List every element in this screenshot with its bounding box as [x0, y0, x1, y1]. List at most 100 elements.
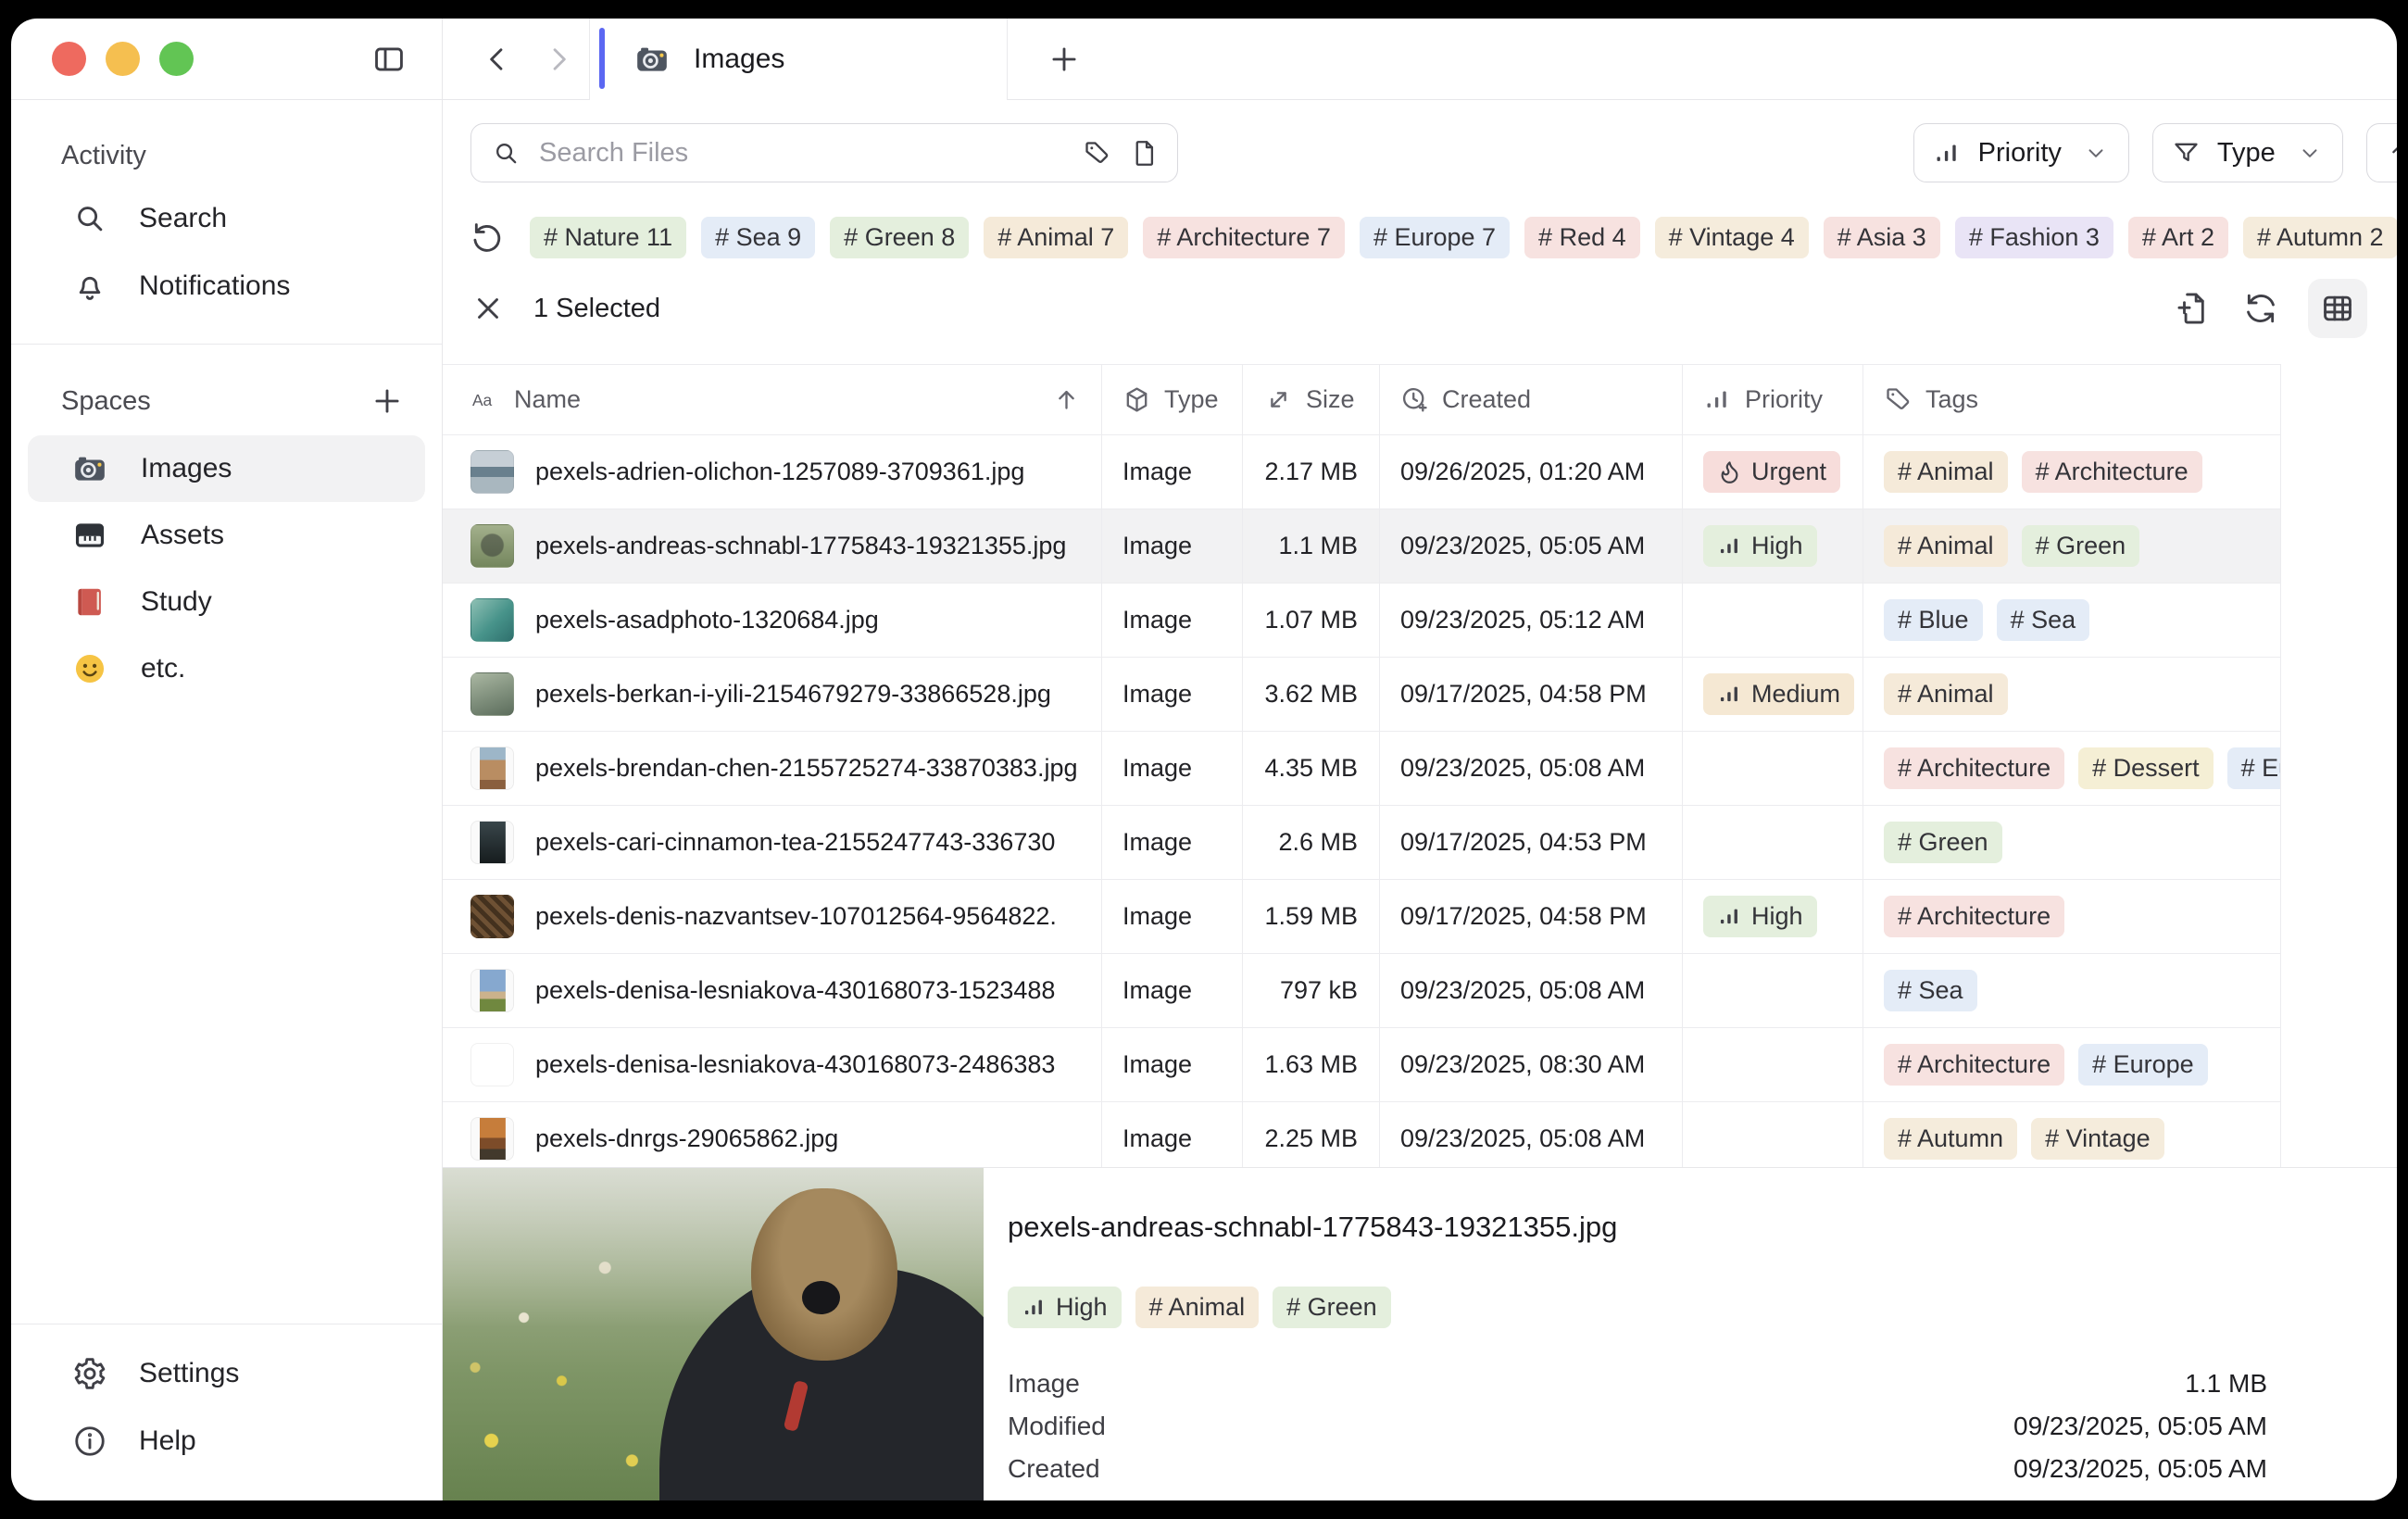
type-filter-button[interactable]: Type — [2152, 123, 2343, 182]
file-tag-chip[interactable]: # Animal — [1884, 525, 2008, 567]
preview-badge[interactable]: # Animal — [1135, 1287, 1260, 1328]
preview-badge[interactable]: # Green — [1273, 1287, 1391, 1328]
sort-ascending-icon[interactable] — [1052, 385, 1081, 414]
file-tag-chip[interactable]: # Dessert — [2078, 747, 2214, 789]
file-size: 1.59 MB — [1264, 902, 1358, 931]
file-tag-chip[interactable]: # Europe — [2078, 1044, 2208, 1086]
table-row[interactable]: pexels-berkan-i-yili-2154679279-33866528… — [443, 658, 2281, 732]
column-header-label: Tags — [1925, 385, 1978, 414]
clear-selection-button[interactable] — [470, 291, 506, 326]
table-row[interactable]: pexels-asadphoto-1320684.jpg Image 1.07 … — [443, 584, 2281, 658]
priority-badge: High — [1703, 896, 1817, 937]
sidebar-toggle-button[interactable] — [371, 42, 407, 77]
file-tag-chip[interactable]: # Animal — [1884, 673, 2008, 715]
filter-label: Priority — [1978, 138, 2062, 169]
sidebar-item-help[interactable]: Help — [11, 1407, 442, 1475]
column-header-tags[interactable]: Tags — [1863, 365, 2281, 434]
traffic-light-zoom[interactable] — [159, 42, 194, 76]
tag-filter-chip[interactable]: # Red 4 — [1524, 217, 1640, 258]
table-view-button[interactable] — [2308, 279, 2367, 338]
tag-filter-chip[interactable]: # Europe 7 — [1360, 217, 1510, 258]
search-box[interactable] — [470, 123, 1178, 182]
nav-back-button[interactable] — [480, 42, 515, 77]
file-tag-chip[interactable]: # Green — [2022, 525, 2140, 567]
file-tag-chip[interactable]: # Architecture — [1884, 896, 2064, 937]
bars-icon — [1703, 385, 1732, 414]
detail-value: 09/23/2025, 05:05 AM — [2013, 1412, 2267, 1441]
file-tag-chip[interactable]: # Autumn — [1884, 1118, 2017, 1160]
table-row[interactable]: pexels-denisa-lesniakova-430168073-24863… — [443, 1028, 2281, 1102]
reset-filters-button[interactable] — [470, 220, 506, 255]
tag-filter-chip[interactable]: # Green 8 — [830, 217, 969, 258]
table-row[interactable]: pexels-cari-cinnamon-tea-2155247743-3367… — [443, 806, 2281, 880]
sidebar-item-label: Help — [139, 1425, 196, 1457]
sidebar-item-label: Notifications — [139, 270, 290, 302]
sidebar-item-search[interactable]: Search — [11, 184, 442, 252]
svg-text:Aa: Aa — [472, 391, 493, 409]
preview-badges: High # Animal # Green — [1008, 1287, 2397, 1328]
file-created: 09/17/2025, 04:58 PM — [1400, 680, 1647, 709]
file-tag-chip[interactable]: # Architecture — [2022, 451, 2202, 493]
tag-filter-chip[interactable]: # Animal 7 — [984, 217, 1128, 258]
tag-icon[interactable] — [1083, 139, 1111, 168]
sidebar-item-notifications[interactable]: Notifications — [11, 252, 442, 320]
red-book-icon — [72, 584, 107, 620]
table-row[interactable]: pexels-andreas-schnabl-1775843-19321355.… — [443, 509, 2281, 584]
file-tag-chip[interactable]: # Sea — [1997, 599, 2090, 641]
filter-label: Type — [2217, 138, 2276, 169]
file-tag-chip[interactable]: # Green — [1884, 822, 2002, 863]
preview-badge[interactable]: High — [1008, 1287, 1122, 1328]
column-header-name[interactable]: Aa Name — [443, 365, 1102, 434]
sidebar-item-images[interactable]: Images — [28, 435, 425, 502]
import-file-button[interactable] — [2173, 288, 2214, 329]
new-tab-button[interactable] — [1047, 42, 1082, 77]
sidebar-item-settings[interactable]: Settings — [11, 1339, 442, 1407]
priority-label: Urgent — [1751, 458, 1826, 486]
tag-filter-chip[interactable]: # Art 2 — [2128, 217, 2228, 258]
sort-name-button[interactable]: Name — [2366, 123, 2397, 182]
sidebar-item-study[interactable]: Study — [28, 569, 425, 635]
tag-filter-chip[interactable]: # Asia 3 — [1824, 217, 1940, 258]
tag-filter-chip[interactable]: # Sea 9 — [701, 217, 815, 258]
file-tag-chip[interactable]: # Blue — [1884, 599, 1983, 641]
column-header-size[interactable]: Size — [1243, 365, 1380, 434]
tag-filter-chip[interactable]: # Vintage 4 — [1655, 217, 1809, 258]
tag-filter-chip[interactable]: # Autumn 2 — [2243, 217, 2397, 258]
tag-icon — [1884, 385, 1913, 414]
tag-filter-chip[interactable]: # Architecture 7 — [1143, 217, 1345, 258]
traffic-light-minimize[interactable] — [106, 42, 140, 76]
file-size: 2.17 MB — [1264, 458, 1358, 486]
file-tag-chip[interactable]: # Architecture — [1884, 747, 2064, 789]
app-window: Activity Search Notifications Spaces Ima… — [11, 19, 2397, 1500]
refresh-button[interactable] — [2240, 288, 2281, 329]
detail-label: Image — [1008, 1369, 1080, 1399]
tag-filter-chip[interactable]: # Fashion 3 — [1955, 217, 2113, 258]
table-row[interactable]: pexels-dnrgs-29065862.jpg Image 2.25 MB … — [443, 1102, 2281, 1176]
file-tag-chip[interactable]: # Architecture — [1884, 1044, 2064, 1086]
add-space-button[interactable] — [370, 383, 405, 419]
table-row[interactable]: pexels-denisa-lesniakova-430168073-15234… — [443, 954, 2281, 1028]
tag-filter-chip[interactable]: # Nature 11 — [530, 217, 686, 258]
document-icon[interactable] — [1130, 139, 1159, 168]
file-tag-chip[interactable]: # Animal — [1884, 451, 2008, 493]
column-header-type[interactable]: Type — [1102, 365, 1243, 434]
tab-images[interactable]: Images — [589, 19, 1008, 100]
table-row[interactable]: pexels-denis-nazvantsev-107012564-956482… — [443, 880, 2281, 954]
priority-filter-button[interactable]: Priority — [1913, 123, 2129, 182]
column-header-created[interactable]: Created — [1380, 365, 1683, 434]
sidebar-item-assets[interactable]: Assets — [28, 502, 425, 569]
sidebar-item-label: Search — [139, 203, 227, 234]
camera-icon — [634, 42, 670, 77]
table-row[interactable]: pexels-adrien-olichon-1257089-3709361.jp… — [443, 435, 2281, 509]
list-view-button[interactable] — [2394, 288, 2397, 329]
sidebar-item-etc[interactable]: etc. — [28, 635, 425, 702]
file-tag-chip[interactable]: # Sea — [1884, 970, 1977, 1011]
nav-forward-button[interactable] — [541, 42, 576, 77]
table-row[interactable]: pexels-brendan-chen-2155725274-33870383.… — [443, 732, 2281, 806]
traffic-light-close[interactable] — [52, 42, 86, 76]
file-tag-chip[interactable]: # Europe — [2227, 747, 2281, 789]
file-tag-chip[interactable]: # Vintage — [2031, 1118, 2164, 1160]
column-header-priority[interactable]: Priority — [1683, 365, 1863, 434]
search-input[interactable] — [539, 138, 1064, 169]
preview-image[interactable] — [443, 1168, 984, 1500]
